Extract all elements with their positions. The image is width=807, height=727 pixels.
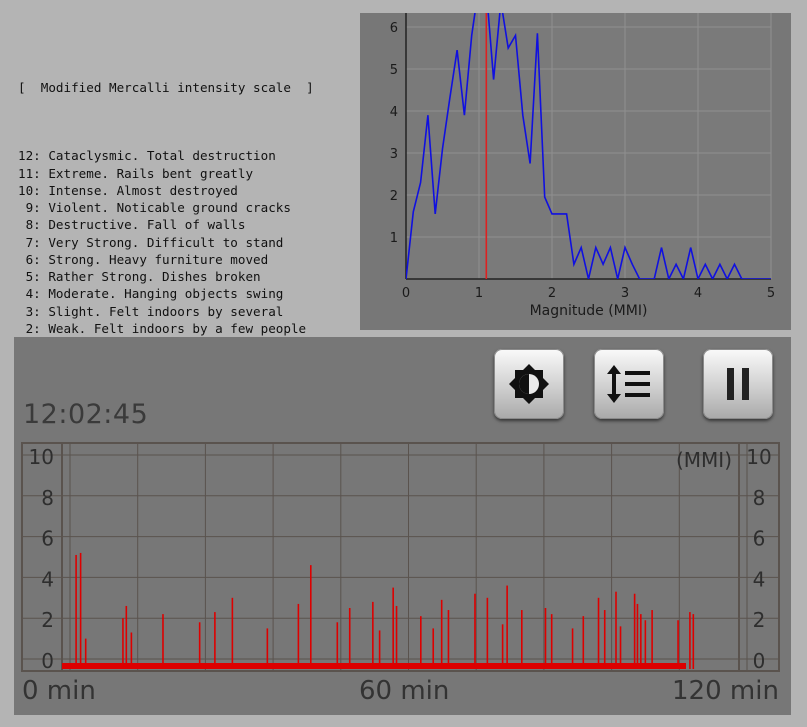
seismo-y-tick-right: 4 bbox=[753, 567, 766, 591]
histogram-plot-area bbox=[406, 13, 771, 279]
seismo-y-tick-right: 10 bbox=[746, 445, 771, 469]
seismograph-chart: 0 0 2 2 4 4 6 6 8 8 10 10 (MMI) bbox=[21, 442, 780, 673]
hist-y-tick: 5 bbox=[390, 63, 398, 78]
legend-item: 9: Violent. Noticable ground cracks bbox=[18, 200, 291, 215]
hist-x-tick: 3 bbox=[621, 286, 629, 301]
legend-item: 2: Weak. Felt indoors by a few people bbox=[18, 320, 307, 336]
seismo-unit-label: (MMI) bbox=[676, 448, 732, 472]
hist-y-tick: 1 bbox=[390, 231, 398, 246]
hist-x-tick: 4 bbox=[694, 286, 702, 301]
hist-x-tick: 0 bbox=[402, 286, 410, 301]
legend-item: 8: Destructive. Fall of walls bbox=[18, 217, 246, 233]
legend-item: 6: Strong. Heavy furniture moved bbox=[18, 251, 269, 267]
seismo-y-tick-right: 6 bbox=[753, 527, 766, 551]
seismo-y-tick-right: 0 bbox=[753, 649, 766, 673]
legend-item: 5: Rather Strong. Dishes broken bbox=[18, 269, 261, 284]
legend-title: [ Modified Mercalli intensity scale ] bbox=[18, 79, 314, 95]
seismo-y-tick-left: 0 bbox=[41, 649, 54, 673]
legend-item: 12: Cataclysmic. Total destruction bbox=[18, 148, 276, 164]
hist-y-tick: 6 bbox=[390, 21, 398, 36]
seismo-y-tick-right: 2 bbox=[753, 608, 766, 632]
intensity-scale-legend: [ Modified Mercalli intensity scale ] 12… bbox=[18, 44, 353, 372]
x-label-middle: 60 min bbox=[359, 676, 450, 706]
legend-item: 3: Slight. Felt indoors by several bbox=[18, 303, 284, 319]
x-label-end: 120 min bbox=[672, 676, 779, 706]
x-label-start: 0 min bbox=[22, 676, 96, 706]
hist-x-tick: 1 bbox=[475, 286, 483, 301]
seismo-y-tick-left: 8 bbox=[41, 486, 54, 510]
hist-y-tick: 3 bbox=[390, 147, 398, 162]
hist-x-tick: 5 bbox=[767, 286, 775, 301]
histogram-chart: 0 1 2 3 4 5 1 2 3 4 5 6 Magnitude (MMI) bbox=[390, 13, 775, 319]
legend-item: 4: Moderate. Hanging objects swing bbox=[18, 286, 284, 302]
seismo-y-tick-right: 8 bbox=[753, 486, 766, 510]
legend-item: 7: Very Strong. Difficult to stand bbox=[18, 234, 284, 250]
seismo-noise-band bbox=[62, 663, 686, 669]
legend-item: 10: Intense. Almost destroyed bbox=[18, 182, 238, 198]
seismograph-panel: 12:02:45 0 0 2 2 4 4 6 6 8 8 10 10 (MMI) 0 min 60 mi… bbox=[14, 337, 791, 715]
legend-list: 12: Cataclysmic. Total destruction 11: Ex… bbox=[18, 147, 353, 354]
hist-x-axis-label: Magnitude (MMI) bbox=[530, 303, 648, 319]
legend-item: 11: Extreme. Rails bent greatly bbox=[18, 165, 254, 181]
seismo-y-tick-left: 4 bbox=[41, 567, 54, 591]
magnitude-histogram: 0 1 2 3 4 5 1 2 3 4 5 6 Magnitude (MMI) bbox=[360, 13, 791, 330]
seismograph-frame bbox=[21, 442, 780, 672]
hist-x-tick: 2 bbox=[548, 286, 556, 301]
hist-y-tick: 2 bbox=[390, 189, 398, 204]
seismo-y-tick-left: 6 bbox=[41, 527, 54, 551]
seismo-y-tick-left: 10 bbox=[29, 445, 54, 469]
seismo-y-tick-left: 2 bbox=[41, 608, 54, 632]
hist-y-tick: 4 bbox=[390, 105, 398, 120]
